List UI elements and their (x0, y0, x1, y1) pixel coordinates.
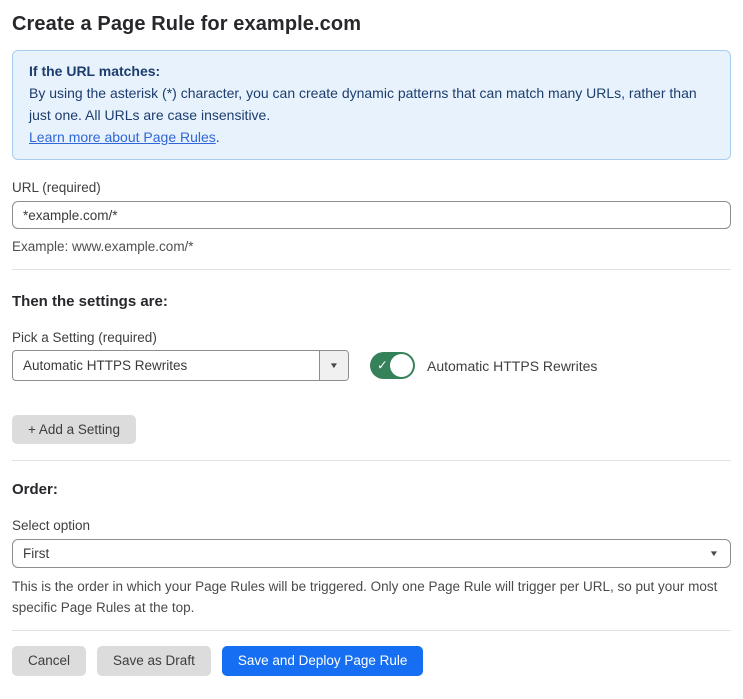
url-example-helper: Example: www.example.com/* (12, 239, 194, 254)
setting-row: Automatic HTTPS Rewrites ▼ ✓ Automatic H… (12, 350, 731, 381)
info-box-heading: If the URL matches: (29, 63, 161, 79)
divider (12, 630, 731, 631)
order-section-heading: Order: (12, 481, 58, 498)
order-select[interactable]: First ▼ (12, 539, 731, 568)
divider (12, 269, 731, 270)
toggle-knob (390, 354, 413, 377)
cancel-button[interactable]: Cancel (12, 646, 87, 676)
add-setting-button[interactable]: + Add a Setting (12, 415, 136, 444)
pick-setting-label: Pick a Setting (required) (12, 330, 157, 345)
checkmark-icon: ✓ (377, 357, 388, 373)
divider (12, 460, 731, 461)
toggle-label: Automatic HTTPS Rewrites (427, 357, 598, 374)
footer-actions: Cancel Save as Draft Save and Deploy Pag… (12, 646, 731, 676)
info-box-link-line: Learn more about Page Rules. (29, 126, 714, 148)
save-deploy-button[interactable]: Save and Deploy Page Rule (221, 646, 424, 676)
page-title: Create a Page Rule for example.com (12, 13, 362, 35)
order-select-label: Select option (12, 518, 91, 533)
order-select-value: First (23, 546, 50, 561)
settings-section-heading: Then the settings are: (12, 293, 168, 310)
url-field-label: URL (required) (12, 180, 101, 195)
setting-select-value: Automatic HTTPS Rewrites (23, 358, 188, 373)
url-input[interactable] (12, 201, 731, 229)
link-suffix: . (215, 129, 220, 145)
save-draft-button[interactable]: Save as Draft (97, 646, 211, 676)
setting-toggle[interactable]: ✓ (370, 352, 415, 379)
order-helper-text: This is the order in which your Page Rul… (12, 579, 718, 615)
info-box-body: By using the asterisk (*) character, you… (29, 85, 697, 123)
url-match-info-box: If the URL matches: By using the asteris… (12, 50, 731, 160)
setting-select-arrow-button[interactable]: ▼ (319, 351, 348, 380)
chevron-down-icon: ▼ (708, 549, 720, 558)
page-rule-form: Create a Page Rule for example.com If th… (0, 13, 743, 676)
chevron-down-icon: ▼ (328, 361, 340, 370)
learn-more-link[interactable]: Learn more about Page Rules (29, 129, 216, 145)
setting-select[interactable]: Automatic HTTPS Rewrites ▼ (12, 350, 349, 381)
